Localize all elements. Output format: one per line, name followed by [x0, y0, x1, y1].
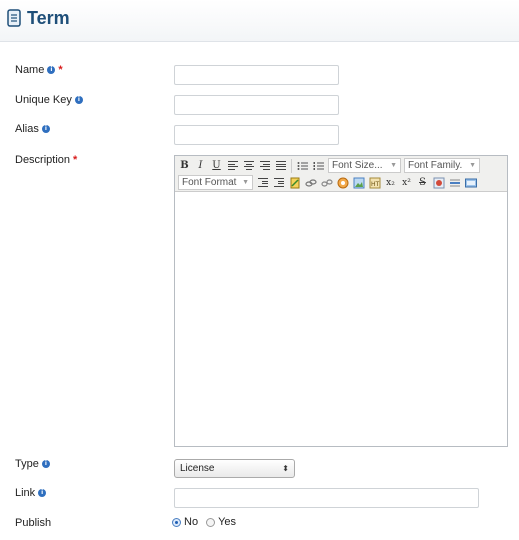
unique-key-input[interactable]: [174, 95, 339, 115]
align-center-icon: [243, 161, 254, 170]
description-editor: B I U Font Size... ▼ Font Family. ▼ Font…: [174, 155, 508, 447]
numbered-list-icon: [313, 161, 324, 170]
required-marker: *: [73, 154, 78, 166]
cleanup-button[interactable]: [287, 175, 302, 190]
editor-content-area[interactable]: [175, 192, 507, 446]
strikethrough-button[interactable]: S: [415, 175, 430, 190]
alias-input[interactable]: [174, 125, 339, 145]
type-select[interactable]: License ⬍: [174, 459, 295, 478]
chevron-down-icon: ▼: [242, 179, 249, 186]
page-header: Term: [0, 0, 519, 42]
publish-yes-radio[interactable]: [206, 517, 216, 527]
align-right-button[interactable]: [257, 158, 272, 173]
ordered-list-button[interactable]: [311, 158, 326, 173]
image-icon: [353, 177, 364, 188]
publish-no-radio[interactable]: [172, 517, 181, 527]
type-label: Type i: [15, 457, 50, 471]
font-size-select[interactable]: Font Size... ▼: [328, 158, 401, 173]
chevron-down-icon: ▼: [469, 162, 476, 169]
image-button[interactable]: [351, 175, 366, 190]
unlink-icon: [320, 178, 333, 187]
link-icon: [304, 178, 317, 187]
italic-button[interactable]: I: [193, 158, 208, 173]
indent-icon: [273, 178, 284, 187]
insert-char-button[interactable]: [431, 175, 446, 190]
editor-toolbar: B I U Font Size... ▼ Font Family. ▼ Font…: [175, 156, 507, 192]
svg-text:HT: HT: [371, 181, 380, 188]
link-label: Link i: [15, 486, 47, 500]
media-button[interactable]: [463, 175, 478, 190]
toolbar-separator: [291, 158, 292, 173]
info-icon[interactable]: i: [47, 66, 56, 74]
document-icon: [7, 9, 21, 27]
publish-label: Publish: [15, 517, 52, 529]
html-icon: HT: [369, 177, 380, 188]
publish-no-label[interactable]: No: [184, 516, 198, 528]
info-icon[interactable]: i: [38, 489, 47, 497]
indent-button[interactable]: [271, 175, 286, 190]
page-title: Term: [27, 8, 70, 28]
name-label: Name i *: [15, 64, 63, 76]
unlink-button[interactable]: [319, 175, 334, 190]
align-justify-button[interactable]: [273, 158, 288, 173]
align-center-button[interactable]: [241, 158, 256, 173]
anchor-icon: [337, 177, 348, 188]
superscript-button[interactable]: x²: [399, 175, 414, 190]
description-label: Description *: [15, 154, 78, 166]
bullet-list-icon: [297, 161, 308, 170]
subscript-button[interactable]: x₂: [383, 175, 398, 190]
unique-key-label: Unique Key i: [15, 93, 83, 107]
align-justify-icon: [275, 161, 286, 170]
chevron-down-icon: ▼: [390, 162, 397, 169]
bold-button[interactable]: B: [177, 158, 192, 173]
outdent-icon: [257, 178, 268, 187]
publish-radio-group: No Yes: [172, 516, 236, 528]
horizontal-rule-icon: [449, 179, 460, 186]
anchor-button[interactable]: [335, 175, 350, 190]
publish-yes-label[interactable]: Yes: [218, 516, 236, 528]
code-button[interactable]: HT: [367, 175, 382, 190]
toolbar-row-2: Font Format ▼ HT x₂ x² S: [177, 174, 478, 191]
info-icon[interactable]: i: [74, 96, 83, 104]
name-input[interactable]: [174, 65, 339, 85]
link-button[interactable]: [303, 175, 318, 190]
unordered-list-button[interactable]: [295, 158, 310, 173]
underline-button[interactable]: U: [209, 158, 224, 173]
broom-icon: [290, 177, 299, 188]
toolbar-row-1: B I U Font Size... ▼ Font Family. ▼: [177, 157, 481, 174]
outdent-button[interactable]: [255, 175, 270, 190]
link-input[interactable]: [174, 488, 479, 508]
select-arrows-icon: ⬍: [282, 464, 289, 473]
font-format-select[interactable]: Font Format ▼: [178, 175, 253, 190]
font-family-select[interactable]: Font Family. ▼: [404, 158, 480, 173]
special-char-icon: [433, 177, 444, 188]
info-icon[interactable]: i: [41, 460, 50, 468]
align-left-button[interactable]: [225, 158, 240, 173]
horizontal-rule-button[interactable]: [447, 175, 462, 190]
align-right-icon: [259, 161, 270, 170]
info-icon[interactable]: i: [41, 125, 50, 133]
required-marker: *: [58, 64, 63, 76]
media-icon: [464, 178, 477, 187]
align-left-icon: [227, 161, 238, 170]
alias-label: Alias i: [15, 122, 50, 136]
